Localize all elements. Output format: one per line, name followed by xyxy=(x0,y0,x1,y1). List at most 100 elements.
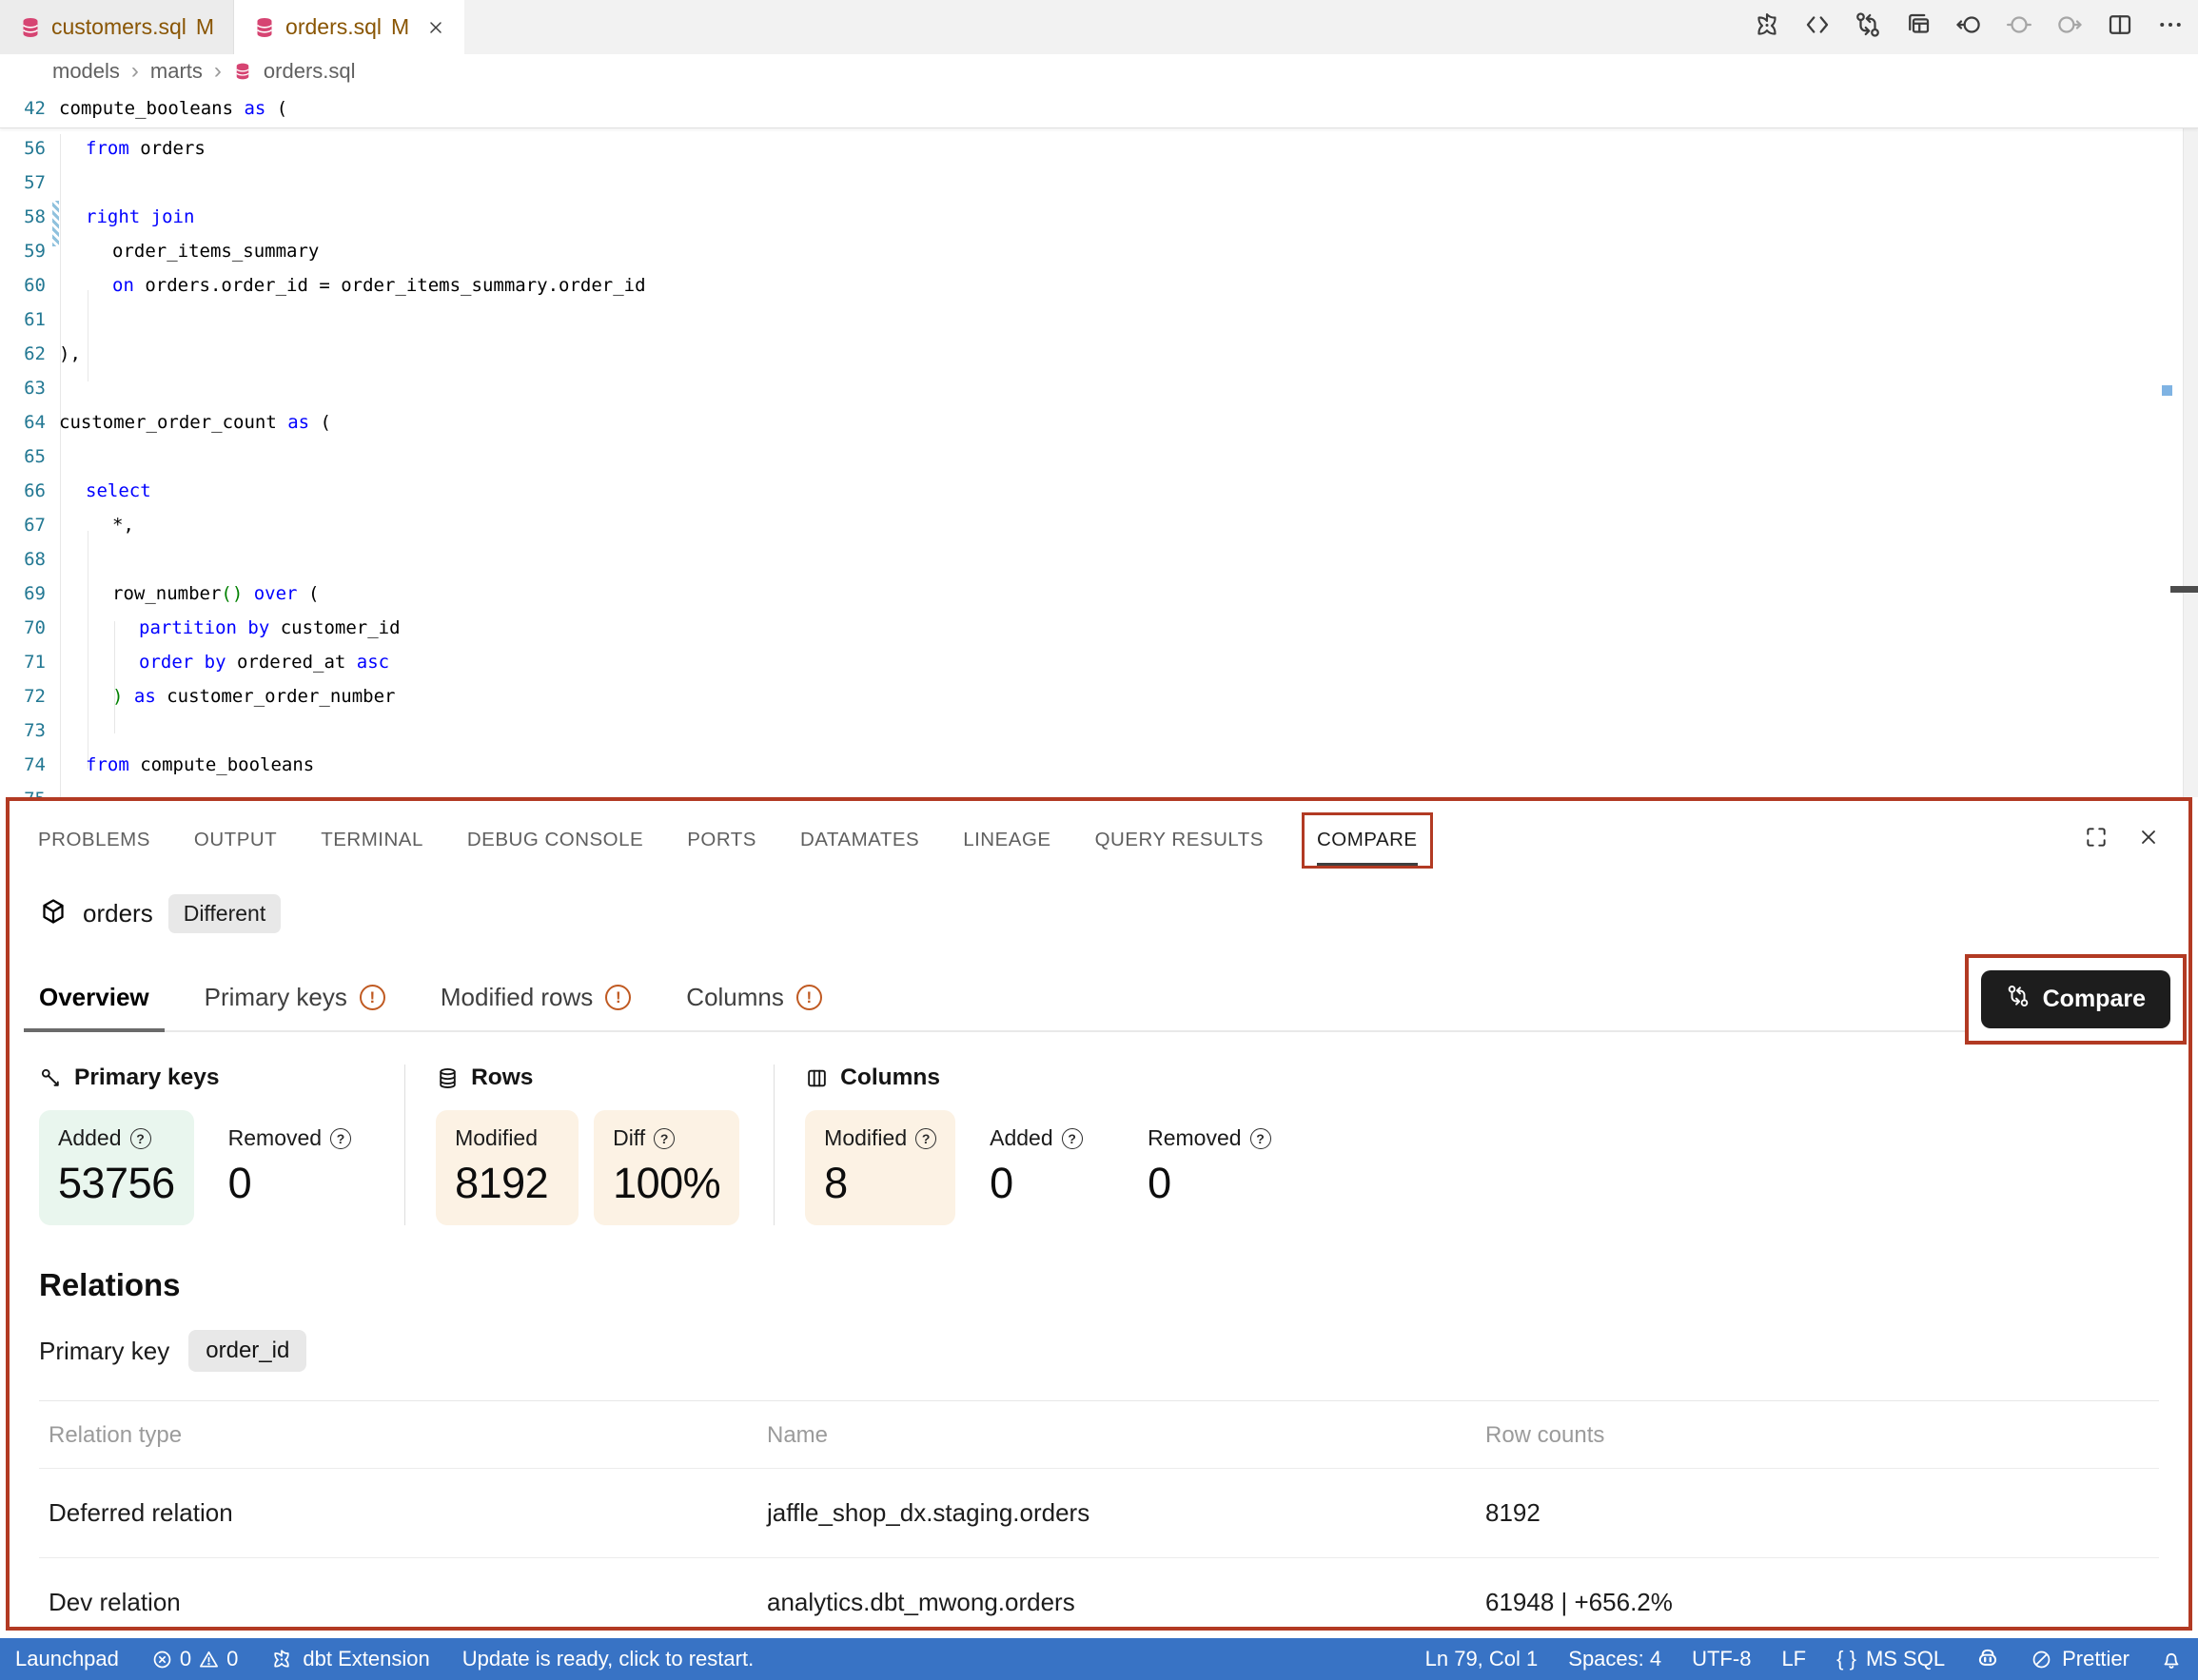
language-mode[interactable]: { }MS SQL xyxy=(1836,1647,1945,1671)
view-tab-columns[interactable]: Columns! xyxy=(686,983,822,1030)
editor-scrollbar[interactable] xyxy=(2183,88,2198,797)
stat-value: 0 xyxy=(990,1159,1094,1208)
table-cell: 8192 xyxy=(1476,1469,2159,1557)
breadcrumb-item[interactable]: orders.sql xyxy=(264,59,356,84)
copilot-item[interactable] xyxy=(1975,1647,2000,1671)
db-icon xyxy=(253,16,276,39)
stat-group-columns: ColumnsModified?8Added?0Removed?0 xyxy=(774,1065,1324,1225)
dbt-action[interactable] xyxy=(1753,10,1781,44)
git-compare-icon xyxy=(2006,984,2031,1015)
line-number: 69 xyxy=(0,583,46,604)
help-icon[interactable]: ? xyxy=(1250,1128,1271,1149)
stat-card-added: Added? 0 xyxy=(971,1110,1113,1225)
close-panel-button[interactable] xyxy=(2137,826,2160,854)
panel-tab-debug-console[interactable]: DEBUG CONSOLE xyxy=(467,829,643,851)
panel-tab-terminal[interactable]: TERMINAL xyxy=(321,829,423,851)
table-copy-action[interactable] xyxy=(1904,10,1933,44)
breadcrumb[interactable]: models›marts›orders.sql xyxy=(0,54,2198,88)
breadcrumb-item[interactable]: models xyxy=(52,59,120,84)
error-count: 0 xyxy=(180,1647,191,1671)
forward-circle-action[interactable] xyxy=(2055,10,2084,44)
line-number: 61 xyxy=(0,309,46,330)
code-line-71: 71order by ordered_at asc xyxy=(0,645,2198,679)
code-token: as xyxy=(244,98,265,119)
ellipsis-action[interactable] xyxy=(2156,10,2185,44)
braces-icon: { } xyxy=(1836,1647,1856,1671)
line-number: 65 xyxy=(0,446,46,467)
stat-label-text: Added xyxy=(990,1125,1053,1151)
dbt-icon xyxy=(270,1648,293,1670)
code-token: from xyxy=(86,138,129,159)
line-number: 59 xyxy=(0,241,46,262)
panel-tab-ports[interactable]: PORTS xyxy=(687,829,756,851)
prettier-item[interactable]: Prettier xyxy=(2031,1647,2129,1671)
code-editor[interactable]: 42compute_booleans as (56from orders5758… xyxy=(0,88,2198,797)
git-compare-action[interactable] xyxy=(1854,10,1882,44)
code-line-74: 74from compute_booleans xyxy=(0,748,2198,782)
code-token: right join xyxy=(86,206,194,227)
code-token: partition by xyxy=(139,617,269,638)
help-icon[interactable]: ? xyxy=(1062,1128,1083,1149)
stat-group-title: Primary keys xyxy=(74,1065,220,1091)
view-tab-primary-keys[interactable]: Primary keys! xyxy=(205,983,385,1030)
close-tab-button[interactable] xyxy=(426,18,445,37)
panel-tab-problems[interactable]: PROBLEMS xyxy=(38,829,150,851)
cursor-position[interactable]: Ln 79, Col 1 xyxy=(1425,1647,1539,1671)
panel-tab-datamates[interactable]: DATAMATES xyxy=(800,829,919,851)
encoding-setting[interactable]: UTF-8 xyxy=(1692,1647,1751,1671)
stat-card-removed: Removed?0 xyxy=(209,1110,370,1225)
help-icon[interactable]: ? xyxy=(915,1128,936,1149)
stat-card-label: Modified xyxy=(455,1125,559,1151)
indentation-setting[interactable]: Spaces: 4 xyxy=(1568,1647,1661,1671)
eol-setting[interactable]: LF xyxy=(1781,1647,1806,1671)
editor-tab-customers.sql[interactable]: customers.sqlM xyxy=(0,0,234,54)
panel-tab-query-results[interactable]: QUERY RESULTS xyxy=(1095,829,1264,851)
table-cell: jaffle_shop_dx.staging.orders xyxy=(757,1469,1476,1557)
stat-label-text: Added xyxy=(58,1125,122,1151)
view-tab-modified-rows[interactable]: Modified rows! xyxy=(441,983,631,1030)
editor-tab-orders.sql[interactable]: orders.sqlM xyxy=(234,0,464,54)
help-icon[interactable]: ? xyxy=(330,1128,351,1149)
code-text: customer_order_count as ( xyxy=(59,412,331,433)
modified-indicator: M xyxy=(391,14,409,40)
maximize-panel-button[interactable] xyxy=(2084,825,2109,855)
table-cell: analytics.dbt_mwong.orders xyxy=(757,1558,1476,1631)
view-tab-overview[interactable]: Overview xyxy=(39,983,149,1030)
breadcrumb-item[interactable]: marts xyxy=(150,59,203,84)
launchpad-item[interactable]: Launchpad xyxy=(15,1647,119,1671)
modified-indicator: M xyxy=(196,14,214,40)
code-token: order by xyxy=(139,652,226,673)
dbt-extension-item[interactable]: dbt Extension xyxy=(270,1647,429,1671)
panel-tab-compare[interactable]: COMPARE xyxy=(1317,829,1418,866)
code-token: order_items_summary xyxy=(112,241,319,262)
notifications-bell[interactable] xyxy=(2160,1648,2183,1670)
line-number: 74 xyxy=(0,754,46,775)
db-icon xyxy=(233,62,252,81)
code-action[interactable] xyxy=(1803,10,1832,44)
panel-tab-lineage[interactable]: LINEAGE xyxy=(963,829,1050,851)
back-circle-action[interactable] xyxy=(1954,10,1983,44)
line-number: 63 xyxy=(0,378,46,399)
error-icon xyxy=(151,1649,173,1670)
code-text: from orders xyxy=(59,138,206,159)
code-token xyxy=(243,583,253,604)
stat-group-heading: Columns xyxy=(805,1065,1289,1091)
split-editor-action[interactable] xyxy=(2106,10,2134,44)
code-token: orders xyxy=(129,138,206,159)
panel-tab-output[interactable]: OUTPUT xyxy=(194,829,277,851)
cube-icon xyxy=(39,897,68,926)
line-number: 73 xyxy=(0,720,46,741)
stat-card-modified: Modified8192 xyxy=(436,1110,579,1225)
code-token: () xyxy=(221,583,243,604)
help-icon[interactable]: ? xyxy=(654,1128,675,1149)
circle-action[interactable] xyxy=(2005,10,2033,44)
fullscreen-icon xyxy=(2084,825,2109,850)
stat-card-diff: Diff?100% xyxy=(594,1110,739,1225)
stat-label-text: Modified xyxy=(455,1125,538,1151)
code-line-65: 65 xyxy=(0,440,2198,474)
table-row: Dev relationanalytics.dbt_mwong.orders61… xyxy=(39,1557,2159,1631)
update-message[interactable]: Update is ready, click to restart. xyxy=(462,1647,755,1671)
help-icon[interactable]: ? xyxy=(130,1128,151,1149)
compare-button[interactable]: Compare xyxy=(1981,970,2170,1028)
problems-summary[interactable]: 00 xyxy=(151,1647,239,1671)
